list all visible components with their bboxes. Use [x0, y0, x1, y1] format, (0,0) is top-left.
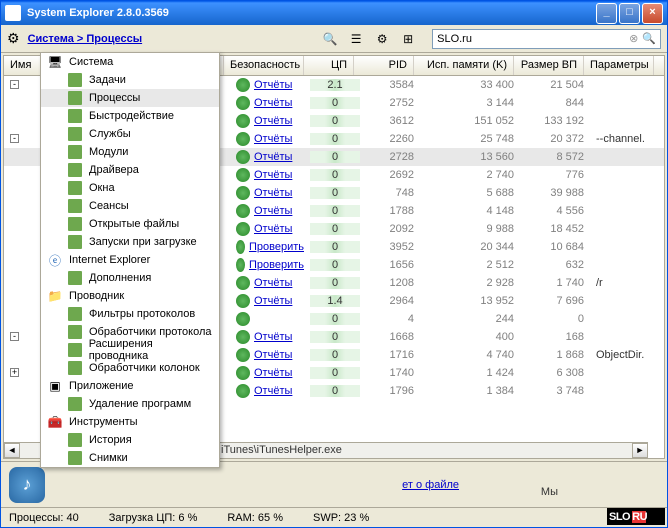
status-icon — [236, 366, 250, 380]
puzzle-icon — [67, 234, 83, 250]
status-icon — [236, 312, 250, 326]
menu-item[interactable]: Удаление программ — [41, 395, 219, 413]
status-processes: Процессы: 40 — [9, 512, 79, 524]
minimize-button[interactable]: _ — [596, 3, 617, 24]
file-info-link[interactable]: ет о файле — [402, 479, 459, 491]
ie-icon: ⓔ — [47, 252, 63, 268]
menu-item[interactable]: Фильтры протоколов — [41, 305, 219, 323]
menu-item[interactable]: Сеансы — [41, 197, 219, 215]
puzzle-icon — [67, 396, 83, 412]
status-icon — [236, 222, 250, 236]
menu-category-tools[interactable]: 🧰Инструменты — [41, 413, 219, 431]
status-icon — [236, 204, 250, 218]
search-icon[interactable]: 🔍 — [320, 29, 340, 49]
menu-item[interactable]: Процессы — [41, 89, 219, 107]
puzzle-icon — [67, 162, 83, 178]
breadcrumb[interactable]: Система > Процессы — [28, 33, 143, 45]
status-swp: SWP: 23 % — [313, 512, 369, 524]
status-icon — [236, 258, 245, 272]
scroll-left-button[interactable]: ◄ — [4, 443, 20, 458]
col-cpu[interactable]: ЦП — [304, 56, 354, 75]
menu-item[interactable]: Быстродействие — [41, 107, 219, 125]
puzzle-icon — [67, 198, 83, 214]
status-icon — [236, 114, 250, 128]
col-security[interactable]: Безопасность — [224, 56, 304, 75]
menu-item[interactable]: Открытые файлы — [41, 215, 219, 233]
menu-item[interactable]: История — [41, 431, 219, 449]
menu-item[interactable]: Запуски при загрузке — [41, 233, 219, 251]
puzzle-icon — [67, 324, 83, 340]
col-pid[interactable]: PID — [354, 56, 414, 75]
settings-icon[interactable]: ⚙ — [372, 29, 392, 49]
path-fragment: iTunes\iTunesHelper.exe — [221, 444, 342, 456]
status-icon — [236, 240, 245, 254]
app-icon: ⚙ — [5, 5, 21, 21]
menu-item[interactable]: Окна — [41, 179, 219, 197]
puzzle-icon — [67, 144, 83, 160]
status-cpu: Загрузка ЦП: 6 % — [109, 512, 198, 524]
clear-icon[interactable]: ⊗ — [629, 32, 638, 45]
puzzle-icon — [67, 90, 83, 106]
menu-category-ie[interactable]: ⓔInternet Explorer — [41, 251, 219, 269]
window-title: System Explorer 2.8.0.3569 — [27, 7, 169, 19]
toolbar: ⚙ Система > Процессы 🔍 ☰ ⚙ ⊞ ⊗ 🔍 — [1, 25, 667, 53]
puzzle-icon — [67, 126, 83, 142]
status-icon — [236, 294, 250, 308]
right-text: Мы — [541, 486, 558, 498]
col-mem[interactable]: Исп. памяти (K) — [414, 56, 514, 75]
menu-category-app[interactable]: ▣Приложение — [41, 377, 219, 395]
titlebar: ⚙ System Explorer 2.8.0.3569 _ □ × — [1, 1, 667, 25]
puzzle-icon — [67, 270, 83, 286]
puzzle-icon — [67, 216, 83, 232]
col-params[interactable]: Параметры — [584, 56, 654, 75]
status-ram: RAM: 65 % — [227, 512, 283, 524]
menu-item[interactable]: Задачи — [41, 71, 219, 89]
folder-icon: 📁 — [47, 288, 63, 304]
list-icon[interactable]: ☰ — [346, 29, 366, 49]
status-icon — [236, 168, 250, 182]
menu-item[interactable]: Службы — [41, 125, 219, 143]
selected-app-icon: ♪ — [9, 467, 45, 503]
menu-item[interactable]: Дополнения — [41, 269, 219, 287]
search-input[interactable] — [437, 33, 629, 45]
gear-icon[interactable]: ⚙ — [7, 30, 20, 47]
status-icon — [236, 186, 250, 200]
menu-item[interactable]: Модули — [41, 143, 219, 161]
col-vm[interactable]: Размер ВП — [514, 56, 584, 75]
scroll-right-button[interactable]: ► — [632, 443, 648, 458]
puzzle-icon — [67, 180, 83, 196]
status-icon — [236, 348, 250, 362]
puzzle-icon — [67, 360, 83, 376]
status-icon — [236, 78, 250, 92]
watermark: SLORU — [607, 508, 665, 525]
close-button[interactable]: × — [642, 3, 663, 24]
status-icon — [236, 150, 250, 164]
menu-item[interactable]: Драйвера — [41, 161, 219, 179]
puzzle-icon — [67, 450, 83, 466]
app-category-icon: ▣ — [47, 378, 63, 394]
status-icon — [236, 276, 250, 290]
windows-icon[interactable]: ⊞ — [398, 29, 418, 49]
puzzle-icon — [67, 432, 83, 448]
status-icon — [236, 330, 250, 344]
go-icon[interactable]: 🔍 — [642, 32, 656, 45]
puzzle-icon — [67, 342, 83, 358]
status-icon — [236, 384, 250, 398]
status-icon — [236, 132, 250, 146]
menu-item[interactable]: Расширения проводника — [41, 341, 219, 359]
puzzle-icon — [67, 108, 83, 124]
maximize-button[interactable]: □ — [619, 3, 640, 24]
puzzle-icon — [67, 72, 83, 88]
search-box[interactable]: ⊗ 🔍 — [432, 29, 661, 49]
menu-item[interactable]: Снимки — [41, 449, 219, 467]
menu-item[interactable]: Обработчики колонок — [41, 359, 219, 377]
navigation-menu: 🖥Система ЗадачиПроцессыБыстродействиеСлу… — [40, 52, 220, 468]
tools-icon: 🧰 — [47, 414, 63, 430]
puzzle-icon — [67, 306, 83, 322]
menu-category-explorer[interactable]: 📁Проводник — [41, 287, 219, 305]
monitor-icon: 🖥 — [47, 54, 63, 70]
menu-category-system[interactable]: 🖥Система — [41, 53, 219, 71]
statusbar: Процессы: 40 Загрузка ЦП: 6 % RAM: 65 % … — [1, 507, 667, 527]
status-icon — [236, 96, 250, 110]
